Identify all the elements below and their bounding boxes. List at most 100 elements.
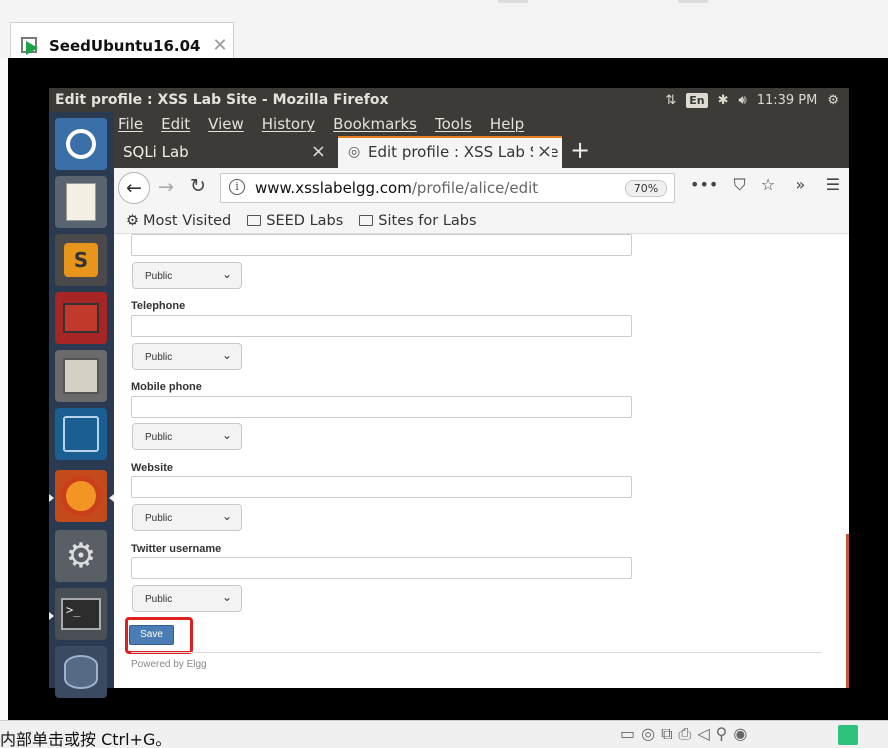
- clock[interactable]: 11:39 PM: [757, 93, 818, 108]
- page-content: Public ⌄ Telephone Public ⌄ Mobile phone P…: [114, 234, 849, 688]
- system-monitor-icon[interactable]: [55, 292, 107, 344]
- running-indicator-icon: [49, 494, 54, 502]
- zoom-indicator[interactable]: 70%: [625, 180, 667, 197]
- tab-edit-profile[interactable]: ◎ Edit profile : XSS Lab Site ×: [338, 136, 562, 168]
- host-status-bar: 内部单击或按 Ctrl+G。 ▭◎⧉⎙◁⚲◉: [0, 720, 888, 748]
- tab-label: Edit profile : XSS Lab Site: [368, 143, 559, 161]
- select-value: Public: [145, 271, 173, 282]
- dash-home-icon[interactable]: [55, 118, 107, 170]
- site-icon: ◎: [348, 144, 361, 160]
- sound-icon[interactable]: ◁: [697, 724, 715, 743]
- pocket-icon[interactable]: ⛉: [734, 175, 746, 194]
- running-indicator-icon: [49, 612, 54, 620]
- back-button[interactable]: ←: [118, 172, 150, 204]
- printer-icon[interactable]: ⎙: [679, 724, 698, 743]
- terminal-icon[interactable]: >_: [55, 588, 107, 640]
- new-tab-icon[interactable]: +: [570, 136, 590, 164]
- chevron-down-icon: ⌄: [221, 428, 232, 442]
- cd-icon[interactable]: ◎: [641, 724, 661, 743]
- menu-view[interactable]: View: [208, 115, 244, 133]
- folder-icon: [247, 215, 262, 226]
- menu-bar: File Edit View History Bookmarks Tools H…: [114, 112, 849, 136]
- host-top-button[interactable]: [498, 0, 528, 3]
- network-adapter-icon[interactable]: ⧉: [661, 724, 678, 743]
- reload-button[interactable]: ↻: [190, 175, 206, 197]
- close-icon[interactable]: ✕: [212, 35, 227, 56]
- telephone-input[interactable]: [131, 315, 632, 337]
- profile-field-input[interactable]: [131, 234, 632, 256]
- forward-button[interactable]: →: [158, 176, 174, 198]
- bookmark-seed-labs[interactable]: SEED Labs: [247, 213, 343, 229]
- bluetooth-icon[interactable]: ✱: [718, 93, 729, 108]
- sublime-text-icon[interactable]: S: [55, 234, 107, 286]
- volume-icon[interactable]: 🔊︎: [738, 93, 746, 108]
- tab-sqli-lab[interactable]: SQLi Lab ×: [114, 136, 336, 168]
- menu-bookmarks[interactable]: Bookmarks: [333, 115, 417, 133]
- field-label-website: Website: [131, 462, 173, 474]
- chevron-down-icon: ⌄: [221, 590, 232, 604]
- close-tab-icon[interactable]: ×: [311, 141, 326, 162]
- info-icon[interactable]: i: [229, 179, 245, 195]
- firefox-window: File Edit View History Bookmarks Tools H…: [114, 112, 849, 688]
- url-bar[interactable]: i www.xsslabelgg.com/profile/alice/edit …: [220, 173, 675, 203]
- host-top-strip: [0, 0, 888, 10]
- website-input[interactable]: [131, 476, 632, 498]
- menu-file[interactable]: File: [118, 115, 143, 133]
- vm-icon: [21, 35, 43, 57]
- powered-by-footer: Powered by Elgg: [131, 659, 207, 670]
- text-editor-icon[interactable]: [55, 176, 107, 228]
- telephone-access-select[interactable]: Public ⌄: [132, 343, 242, 370]
- close-tab-icon[interactable]: ×: [532, 141, 552, 162]
- mobile-phone-input[interactable]: [131, 396, 632, 418]
- scroll-indicator: [846, 534, 849, 688]
- overflow-chevron-icon[interactable]: »: [796, 175, 806, 194]
- field-label-telephone: Telephone: [131, 300, 186, 312]
- host-tab-bar: SeedUbuntu16.04 ✕: [0, 10, 888, 68]
- menu-tools[interactable]: Tools: [435, 115, 472, 133]
- menu-history[interactable]: History: [262, 115, 315, 133]
- wireshark-icon[interactable]: [55, 408, 107, 460]
- display-icon[interactable]: ◉: [733, 724, 753, 743]
- bookmark-label: Most Visited: [143, 212, 232, 229]
- navigation-toolbar: ← → ↻ i www.xsslabelgg.com/profile/alice…: [114, 168, 849, 208]
- hamburger-menu-icon[interactable]: ☰: [826, 175, 840, 194]
- page-actions-icon[interactable]: •••: [690, 175, 718, 194]
- settings-icon[interactable]: ⚙: [55, 530, 107, 582]
- mobile-phone-access-select[interactable]: Public ⌄: [132, 423, 242, 450]
- footer-divider: [131, 652, 822, 653]
- window-title: Edit profile : XSS Lab Site - Mozilla Fi…: [55, 92, 389, 108]
- tab-strip: SQLi Lab × ◎ Edit profile : XSS Lab Site…: [114, 136, 849, 168]
- host-top-button[interactable]: [678, 0, 708, 3]
- menu-edit[interactable]: Edit: [161, 115, 190, 133]
- bookmark-label: SEED Labs: [266, 212, 344, 229]
- notes-icon[interactable]: [838, 725, 858, 745]
- ubuntu-top-panel: Edit profile : XSS Lab Site - Mozilla Fi…: [49, 88, 849, 112]
- twitter-username-input[interactable]: [131, 557, 632, 579]
- device-icons: ▭◎⧉⎙◁⚲◉: [620, 724, 753, 744]
- bookmarks-toolbar: ⚙ Most Visited SEED Labs Sites for Labs: [114, 208, 849, 234]
- bookmark-most-visited[interactable]: ⚙ Most Visited: [126, 213, 231, 229]
- toolbar-icons: ••• ⛉ ☆ » ☰: [690, 175, 840, 195]
- twitter-access-select[interactable]: Public ⌄: [132, 585, 242, 612]
- select-value: Public: [145, 432, 173, 443]
- select-value: Public: [145, 352, 173, 363]
- trash-icon[interactable]: [55, 646, 107, 698]
- keyboard-layout-indicator[interactable]: En: [686, 92, 708, 108]
- bookmark-label: Sites for Labs: [378, 212, 477, 229]
- hard-disk-icon[interactable]: ▭: [620, 724, 641, 743]
- unity-launcher: S ⚙ >_: [49, 112, 114, 698]
- access-level-select[interactable]: Public ⌄: [132, 262, 242, 289]
- host-left-strip: [0, 58, 8, 720]
- firefox-icon[interactable]: [55, 470, 107, 522]
- network-icon[interactable]: ⇅: [665, 93, 676, 108]
- bookmark-star-icon[interactable]: ☆: [761, 175, 775, 194]
- url-path: /profile/alice/edit: [411, 179, 539, 197]
- gear-icon[interactable]: ⚙: [827, 93, 839, 108]
- folder-icon: [359, 215, 374, 226]
- bookmark-sites-for-labs[interactable]: Sites for Labs: [359, 212, 477, 229]
- files-icon[interactable]: [55, 350, 107, 402]
- usb-icon[interactable]: ⚲: [716, 724, 734, 743]
- website-access-select[interactable]: Public ⌄: [132, 504, 242, 531]
- menu-help[interactable]: Help: [490, 115, 524, 133]
- chevron-down-icon: ⌄: [221, 348, 232, 362]
